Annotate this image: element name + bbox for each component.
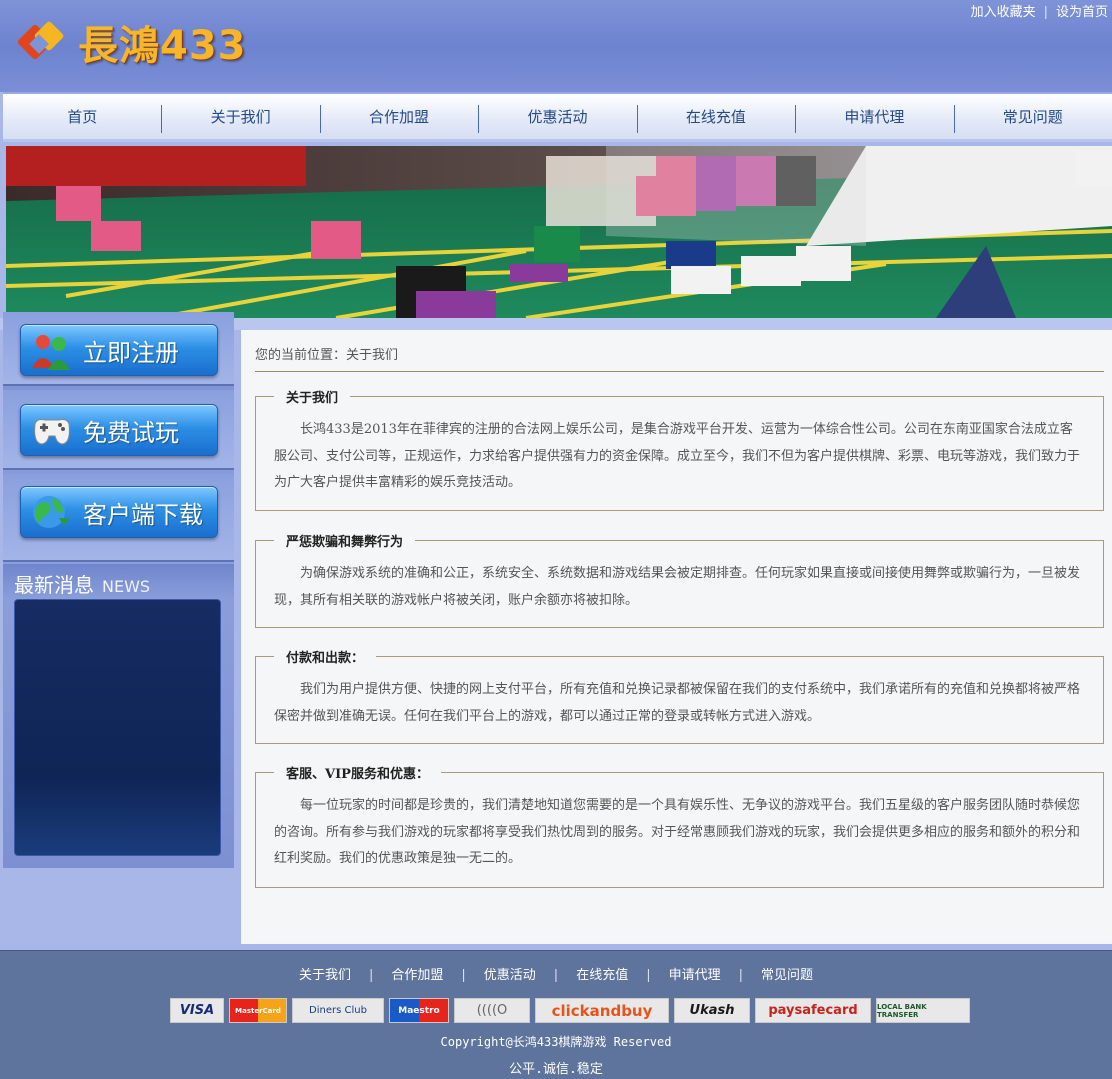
footer-link-faq[interactable]: 常见问题 (761, 968, 813, 983)
news-header: 最新消息 NEWS (3, 564, 234, 600)
nav-item-home[interactable]: 首页 (3, 94, 161, 139)
footer-links: 关于我们 | 合作加盟 | 优惠活动 | 在线充值 | 申请代理 | 常见问题 (298, 968, 814, 983)
section-body: 长鸿433是2013年在菲律宾的注册的合法网上娱乐公司，是集合游戏平台开发、运营… (274, 422, 1081, 490)
footer-link-partner[interactable]: 合作加盟 (391, 968, 443, 983)
diners-club-icon: Diners Club (292, 998, 384, 1023)
download-button-wrap: 客户端下载 (3, 474, 234, 562)
section-anti-fraud: 严惩欺骗和舞弊行为 为确保游戏系统的准确和公正，系统安全、系统数据和游戏结果会被… (255, 531, 1104, 628)
footer: 关于我们 | 合作加盟 | 优惠活动 | 在线充值 | 申请代理 | 常见问题 VISA Maste… (0, 950, 1112, 1079)
globe-icon (29, 492, 75, 532)
sidebar: 立即注册 免费试玩 客户端下载 最新消息 NEWS (3, 312, 234, 868)
news-panel (14, 599, 221, 856)
section-title: 严惩欺骗和舞弊行为 (274, 531, 416, 550)
casino-banner-image (6, 146, 1112, 318)
register-button-wrap: 立即注册 (3, 312, 234, 386)
footer-link-agent[interactable]: 申请代理 (669, 968, 721, 983)
news-title-en: NEWS (102, 577, 151, 596)
section-vip: 客服、VIP服务和优惠： 每一位玩家的时间都是珍贵的，我们清楚地知道您需要的是一… (255, 763, 1104, 888)
free-trial-button-wrap: 免费试玩 (3, 390, 234, 470)
section-body: 每一位玩家的时间都是珍贵的，我们清楚地知道您需要的是一个具有娱乐性、无争议的游戏… (274, 798, 1081, 866)
add-bookmark-link[interactable]: 加入收藏夹 (971, 5, 1036, 20)
users-icon (29, 330, 75, 370)
local-bank-transfer-icon: LOCAL BANK TRANSFER (876, 998, 970, 1023)
logo-mark-icon (16, 17, 72, 67)
top-links: 加入收藏夹 | 设为首页 (970, 5, 1108, 20)
nav-item-agent[interactable]: 申请代理 (795, 94, 953, 139)
main-content: 您的当前位置：关于我们 关于我们 长鸿433是2013年在菲律宾的注册的合法网上… (241, 330, 1112, 944)
client-download-button-label: 客户端下载 (83, 500, 203, 529)
ukash-icon: Ukash (674, 998, 750, 1023)
footer-link-promotions[interactable]: 优惠活动 (484, 968, 536, 983)
site-logo[interactable]: 長鴻433 (16, 14, 256, 70)
maestro-icon: Maestro (389, 998, 449, 1023)
clickandbuy-icon: clickandbuy (535, 998, 669, 1023)
footer-link-about[interactable]: 关于我们 (299, 968, 351, 983)
contactless-icon: ((((O (454, 998, 530, 1023)
gamepad-icon (29, 410, 75, 450)
free-trial-button-label: 免费试玩 (83, 418, 179, 447)
client-download-button[interactable]: 客户端下载 (20, 486, 218, 538)
nav-item-faq[interactable]: 常见问题 (953, 94, 1112, 139)
section-body: 为确保游戏系统的准确和公正，系统安全、系统数据和游戏结果会被定期排查。任何玩家如… (274, 566, 1081, 608)
payment-methods: VISA MasterCard Diners Club Maestro ((((… (170, 998, 970, 1024)
paysafecard-icon: paysafecard (755, 998, 871, 1023)
breadcrumb: 您的当前位置：关于我们 (255, 344, 1104, 372)
section-about: 关于我们 长鸿433是2013年在菲律宾的注册的合法网上娱乐公司，是集合游戏平台… (255, 387, 1104, 511)
section-body: 我们为用户提供方便、快捷的网上支付平台，所有充值和兑换记录都被保留在我们的支付系… (274, 682, 1081, 724)
main-nav: 首页 关于我们 合作加盟 优惠活动 在线充值 申请代理 常见问题 (3, 92, 1112, 142)
set-homepage-link[interactable]: 设为首页 (1056, 5, 1108, 20)
section-payments: 付款和出款： 我们为用户提供方便、快捷的网上支付平台，所有充值和兑换记录都被保留… (255, 647, 1104, 744)
free-trial-button[interactable]: 免费试玩 (20, 404, 218, 456)
section-title: 关于我们 (274, 387, 351, 406)
copyright-text: Copyright@长鸿433棋牌游戏 Reserved (440, 1035, 672, 1049)
nav-item-about[interactable]: 关于我们 (161, 94, 319, 139)
slogan-text: 公平.诚信.稳定 (509, 1062, 603, 1077)
nav-item-deposit[interactable]: 在线充值 (636, 94, 795, 139)
footer-link-deposit[interactable]: 在线充值 (576, 968, 628, 983)
section-title: 客服、VIP服务和优惠： (274, 763, 441, 782)
news-title: 最新消息 NEWS (14, 573, 151, 597)
nav-item-promotions[interactable]: 优惠活动 (478, 94, 636, 139)
register-button-label: 立即注册 (83, 338, 179, 367)
visa-icon: VISA (170, 998, 224, 1023)
nav-item-partner[interactable]: 合作加盟 (319, 94, 478, 139)
logo-text: 長鴻433 (78, 23, 247, 69)
register-button[interactable]: 立即注册 (20, 324, 218, 376)
header: 長鴻433 加入收藏夹 | 设为首页 (0, 0, 1112, 92)
section-title: 付款和出款： (274, 647, 377, 666)
mastercard-icon: MasterCard (229, 998, 287, 1023)
